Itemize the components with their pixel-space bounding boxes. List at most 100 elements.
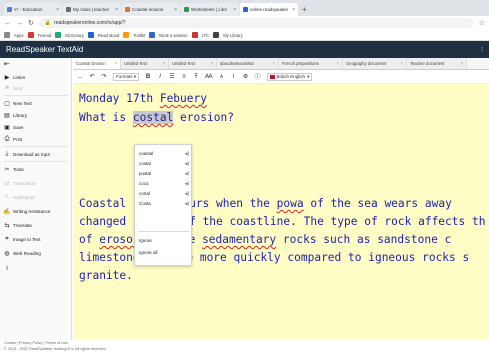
speaker-icon[interactable]: ◂) (185, 201, 189, 207)
reload-icon[interactable]: ↻ (28, 19, 34, 27)
undo-icon[interactable]: ↶ (89, 73, 95, 80)
suggestion-item[interactable]: Costa ◂) (139, 199, 189, 208)
sidebar-item-tools[interactable]: ✂ Tools (4, 164, 23, 174)
sidebar-item-image-to-text[interactable]: ⌗ Image to Text (4, 234, 40, 244)
bullet-list-icon[interactable]: ☰ (169, 73, 175, 80)
browser-tab[interactable]: Coastal erosion × (122, 3, 180, 16)
bold-icon[interactable]: B (145, 74, 151, 80)
misspelled-word[interactable]: Febuery (160, 92, 207, 105)
bookmark-favicon-icon (149, 32, 156, 38)
close-icon[interactable]: × (115, 7, 118, 13)
doc-tab[interactable]: abacoketsoundsto × (217, 58, 279, 69)
sidebar-item-listen[interactable]: ▶ Listen (4, 72, 26, 82)
speaker-icon[interactable]: ◂) (185, 191, 189, 197)
suggestion-item[interactable]: costal ◂) (139, 159, 189, 168)
close-icon[interactable]: × (273, 61, 275, 66)
bookmark-item[interactable]: Book a session (159, 33, 187, 38)
text-run: de more quickly compared to igneous rock… (179, 251, 470, 264)
clear-format-icon[interactable]: ǀ (231, 74, 237, 80)
sidebar-item-label: Web Reading (13, 250, 41, 256)
close-icon[interactable]: × (115, 61, 117, 66)
sidebar-item-highlighter[interactable]: ✎ Highlighter (4, 192, 34, 202)
text-color-icon[interactable]: Ŧ (193, 74, 199, 80)
font-size-down-icon[interactable]: ᴀ (219, 74, 225, 80)
close-icon[interactable]: × (174, 7, 177, 13)
sidebar-item-new-text[interactable]: ▢ New Text (4, 98, 32, 108)
doc-tab-label: Geography document (346, 61, 387, 66)
close-icon[interactable]: × (211, 61, 213, 66)
sidebar-item-library[interactable]: ▤ Library (4, 110, 27, 120)
suggestion-item[interactable]: postal ◂) (139, 169, 189, 178)
settings-icon[interactable]: ⚙ (243, 73, 249, 80)
bookmark-item[interactable]: Apps (14, 33, 24, 38)
bookmark-item[interactable]: Dictionary (65, 33, 84, 38)
bookmark-favicon-icon (213, 32, 220, 38)
doc-tab-label: Teacher document (410, 61, 445, 66)
italic-icon[interactable]: I (157, 74, 163, 80)
bookmark-item[interactable]: TextAid (38, 33, 52, 38)
misspelled-word[interactable]: sedamentary (202, 233, 276, 246)
sidebar-item-writing-assistance[interactable]: ✍ Writing Assistance (3, 206, 50, 216)
sidebar-item-web-reading[interactable]: ◍ Web Reading (4, 248, 41, 258)
sidebar-item-label: Translation (13, 180, 36, 186)
dots-icon[interactable]: ‥ (77, 73, 83, 80)
sidebar-item-save[interactable]: ▣ Save (4, 122, 23, 132)
speaker-icon[interactable]: ◂) (185, 171, 189, 177)
close-icon[interactable]: × (461, 61, 463, 66)
back-arrow-icon[interactable]: ← (4, 20, 11, 27)
bookmark-item[interactable]: Toolkit (133, 33, 145, 38)
browser-tab-active[interactable]: online readspeaker × (240, 3, 298, 16)
browser-tab[interactable]: Worksheets | Liter × (181, 3, 239, 16)
collapse-sidebar-icon[interactable]: ⇤ (4, 60, 10, 68)
browser-tab-label: Yr - Education (14, 7, 43, 12)
redo-icon[interactable]: ↷ (101, 73, 107, 80)
doc-tab[interactable]: Geography document × (343, 58, 407, 69)
browser-tab-label: Worksheets | Liter (191, 7, 228, 12)
bookmark-item[interactable]: Read aloud (98, 33, 119, 38)
sidebar-item-download-mp3[interactable]: ⤓ Download as mp3 (4, 149, 50, 159)
formats-dropdown[interactable]: Formats ▾ (113, 72, 140, 81)
info-icon[interactable]: ⓘ (255, 72, 261, 81)
sidebar-item-translation[interactable]: ⇄ Translation (4, 178, 36, 188)
sidebar-item-stop[interactable]: ■ Stop (4, 83, 22, 93)
more-menu-icon[interactable]: ⁝ (481, 46, 483, 53)
close-icon[interactable]: × (163, 61, 165, 66)
suggestion-item[interactable]: coastal ◂) (139, 149, 189, 158)
doc-tab[interactable]: French propositions × (279, 58, 343, 69)
bookmark-favicon-icon (191, 32, 198, 38)
speaker-icon[interactable]: ◂) (185, 151, 189, 157)
speaker-icon[interactable]: ◂) (185, 161, 189, 167)
ignore-button[interactable]: Ignore (139, 236, 189, 245)
selected-misspelled-word[interactable]: costal (132, 111, 174, 124)
misspelled-word[interactable]: powa (277, 197, 304, 210)
browser-tab[interactable]: Yr - Education × (4, 3, 62, 16)
close-icon[interactable]: × (337, 61, 339, 66)
numbered-list-icon[interactable]: ≡ (181, 74, 187, 80)
bookmark-item[interactable]: LTC (202, 33, 210, 38)
new-tab-button[interactable]: + (302, 5, 307, 14)
doc-tab[interactable]: Teacher document × (407, 58, 467, 69)
close-icon[interactable]: × (233, 7, 236, 13)
apps-grid-icon[interactable] (4, 32, 10, 38)
star-icon[interactable]: ☆ (479, 19, 485, 27)
bookmark-item[interactable]: My Library (223, 33, 243, 38)
suggestion-label: postal (139, 171, 152, 176)
close-icon[interactable]: × (292, 7, 295, 13)
doc-tab[interactable]: Untitled Text × (121, 58, 169, 69)
sidebar-item-info[interactable]: ǀ (4, 264, 10, 274)
font-size-up-icon[interactable]: Ꜳ (205, 73, 213, 80)
url-input[interactable]: 🔒 readspeakeronline.com/rs/app/? (38, 18, 474, 28)
language-dropdown[interactable]: British English ▾ (266, 72, 313, 81)
close-icon[interactable]: × (401, 61, 403, 66)
sidebar-item-translate[interactable]: ⇆ Translate (4, 220, 32, 230)
speaker-icon[interactable]: ◂) (185, 181, 189, 187)
doc-tab[interactable]: Untitled Text × (169, 58, 217, 69)
suggestion-item[interactable]: coca ◂) (139, 179, 189, 188)
doc-tab-active[interactable]: Coastal Erosion × (73, 58, 121, 69)
forward-arrow-icon[interactable]: → (16, 20, 23, 27)
suggestion-item[interactable]: cortal ◂) (139, 189, 189, 198)
browser-tab[interactable]: My class | teacher × (63, 3, 121, 16)
sidebar-item-print[interactable]: ⎙ Print (4, 134, 23, 144)
close-icon[interactable]: × (56, 7, 59, 13)
ignore-all-button[interactable]: Ignore all (139, 248, 189, 257)
